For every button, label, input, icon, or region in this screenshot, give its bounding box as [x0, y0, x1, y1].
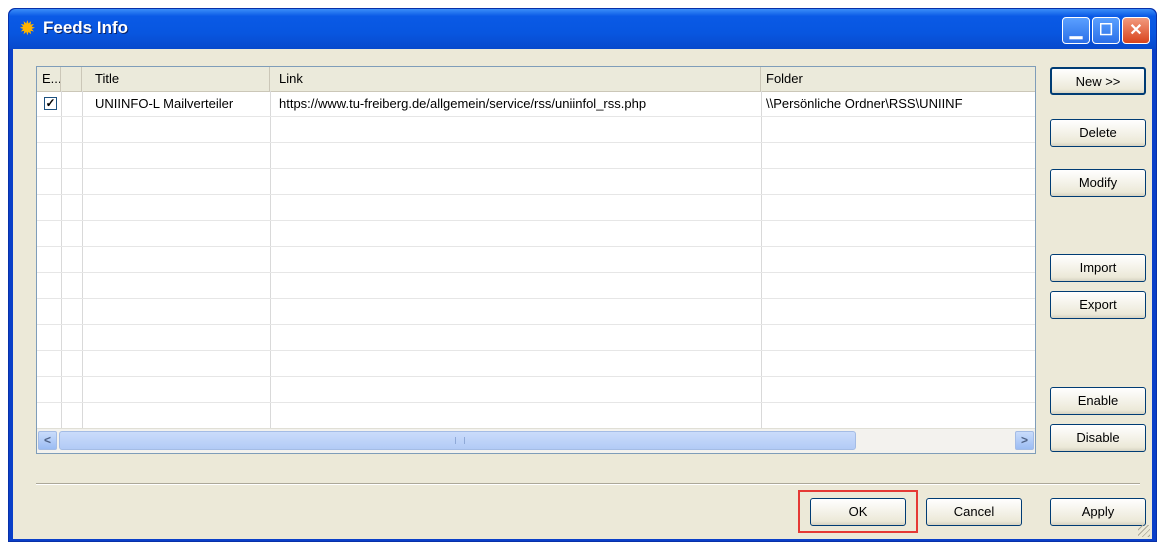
row-folder: \\Persönliche Ordner\RSS\UNIINF [766, 96, 963, 111]
maximize-button[interactable]: ☐ [1092, 17, 1120, 44]
table-row[interactable] [37, 169, 1035, 195]
import-button[interactable]: Import [1050, 254, 1146, 282]
feeds-info-window: ✹ Feeds Info ▁ ☐ ✕ E... Title Link Folde… [8, 8, 1157, 542]
table-row[interactable]: ✓ UNIINFO-L Mailverteiler https://www.tu… [37, 91, 1035, 117]
table-row[interactable] [37, 299, 1035, 325]
list-header: E... Title Link Folder [37, 67, 1035, 92]
chevron-right-icon: > [1020, 433, 1028, 447]
disable-button[interactable]: Disable [1050, 424, 1146, 452]
close-icon: ✕ [1129, 22, 1143, 39]
table-row[interactable] [37, 143, 1035, 169]
table-row[interactable] [37, 351, 1035, 377]
window-title: Feeds Info [43, 18, 129, 37]
scroll-left-button[interactable]: < [38, 431, 57, 450]
new-button[interactable]: New >> [1050, 67, 1146, 95]
minimize-button[interactable]: ▁ [1062, 17, 1090, 44]
table-row[interactable] [37, 377, 1035, 403]
column-header-title[interactable]: Title [82, 67, 270, 91]
enable-button[interactable]: Enable [1050, 387, 1146, 415]
table-row[interactable] [37, 195, 1035, 221]
modify-button[interactable]: Modify [1050, 169, 1146, 197]
chevron-left-icon: < [43, 433, 51, 447]
table-row[interactable] [37, 117, 1035, 143]
row-link: https://www.tu-freiberg.de/allgemein/ser… [279, 96, 647, 111]
enabled-checkbox[interactable]: ✓ [44, 97, 57, 110]
horizontal-scrollbar[interactable]: < > [37, 428, 1035, 453]
column-header-link[interactable]: Link [270, 67, 761, 91]
row-title: UNIINFO-L Mailverteiler [95, 96, 234, 111]
maximize-icon: ☐ [1098, 22, 1114, 39]
table-row[interactable] [37, 247, 1035, 273]
resize-grip-icon[interactable] [1138, 525, 1150, 537]
table-row[interactable] [37, 221, 1035, 247]
separator-line [36, 483, 1140, 485]
export-button[interactable]: Export [1050, 291, 1146, 319]
title-bar[interactable]: ✹ Feeds Info ▁ ☐ ✕ [9, 9, 1156, 49]
table-row[interactable] [37, 273, 1035, 299]
grip-icon [455, 437, 465, 444]
scrollbar-thumb[interactable] [59, 431, 856, 450]
feeds-list[interactable]: E... Title Link Folder ✓ UNIINFO-L Mailv… [36, 66, 1036, 454]
table-row[interactable] [37, 325, 1035, 351]
table-row[interactable] [37, 403, 1035, 429]
ok-button[interactable]: OK [810, 498, 906, 526]
minimize-icon: ▁ [1069, 22, 1083, 39]
scroll-right-button[interactable]: > [1015, 431, 1034, 450]
column-header-folder[interactable]: Folder [761, 67, 1035, 91]
column-header-blank[interactable] [61, 67, 82, 91]
dialog-client-area: E... Title Link Folder ✓ UNIINFO-L Mailv… [13, 49, 1152, 539]
cancel-button[interactable]: Cancel [926, 498, 1022, 526]
close-button[interactable]: ✕ [1122, 17, 1150, 44]
delete-button[interactable]: Delete [1050, 119, 1146, 147]
column-header-enabled[interactable]: E... [37, 67, 61, 91]
apply-button[interactable]: Apply [1050, 498, 1146, 526]
sun-icon: ✹ [19, 18, 36, 40]
